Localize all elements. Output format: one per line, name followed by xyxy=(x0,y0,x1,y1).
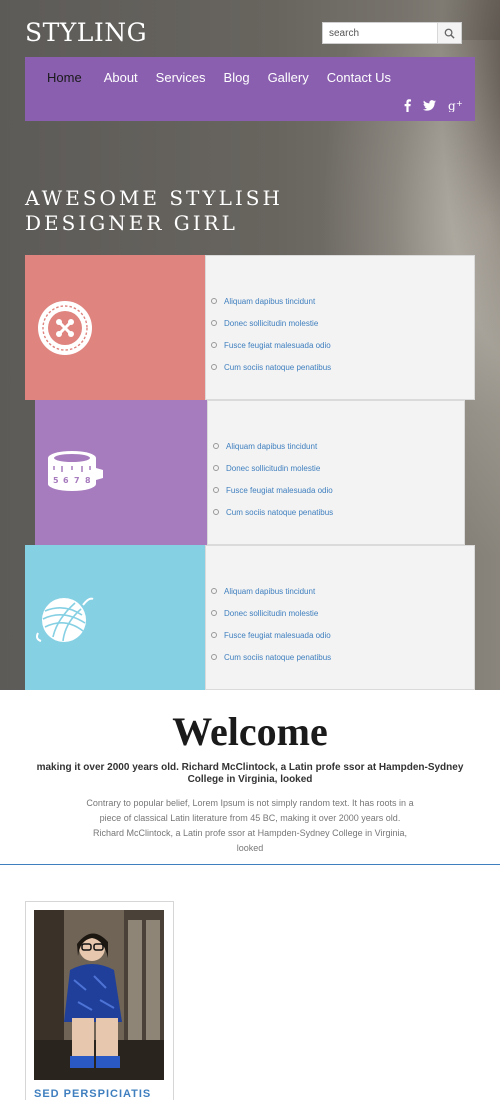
list-item-label: Cum sociis natoque penatibus xyxy=(226,507,334,517)
feature-panel-list: Aliquam dapibus tincidunt Donec sollicit… xyxy=(205,545,475,690)
svg-text:8: 8 xyxy=(85,476,91,485)
list-item[interactable]: Fusce feugiat malesuada odio xyxy=(213,479,464,501)
nav-item-about[interactable]: About xyxy=(95,70,147,85)
list-item[interactable]: Cum sociis natoque penatibus xyxy=(211,646,474,668)
welcome-title: Welcome xyxy=(172,709,328,754)
hero-title-line-2: Designer Girl xyxy=(25,211,238,235)
list-item[interactable]: Fusce feugiat malesuada odio xyxy=(211,334,474,356)
list-item[interactable]: Aliquam dapibus tincidunt xyxy=(211,290,474,312)
nav-item-blog[interactable]: Blog xyxy=(215,70,259,85)
bullet-icon xyxy=(211,298,217,304)
list-item-label: Fusce feugiat malesuada odio xyxy=(224,630,331,640)
list-item[interactable]: Fusce feugiat malesuada odio xyxy=(211,624,474,646)
list-item-label: Donec sollicitudin molestie xyxy=(224,318,319,328)
feature-panel-icon-area: 5 6 7 8 xyxy=(35,400,207,545)
list-item[interactable]: Cum sociis natoque penatibus xyxy=(211,356,474,378)
feature-panel-3: Aliquam dapibus tincidunt Donec sollicit… xyxy=(25,545,475,690)
card-photo[interactable] xyxy=(34,910,164,1080)
nav-links: Home About Services Blog Gallery Contact… xyxy=(25,57,400,97)
list-item-label: Cum sociis natoque penatibus xyxy=(224,362,332,372)
list-item-label: Cum sociis natoque penatibus xyxy=(224,652,332,662)
yarn-ball-icon xyxy=(35,588,95,648)
hero-section: STYLING Home About Services Blog Gallery… xyxy=(0,0,500,690)
svg-text:6: 6 xyxy=(63,476,69,485)
hero-title: Awesome Stylish Designer Girl xyxy=(25,186,315,236)
svg-text:7: 7 xyxy=(74,476,80,485)
list-item[interactable]: Donec sollicitudin molestie xyxy=(211,312,474,334)
bullet-icon xyxy=(211,632,217,638)
woman-photo-image xyxy=(34,910,164,1080)
welcome-body: Contrary to popular belief, Lorem Ipsum … xyxy=(86,798,414,853)
list-item[interactable]: Donec sollicitudin molestie xyxy=(213,457,464,479)
nav-item-services[interactable]: Services xyxy=(147,70,215,85)
gallery-card[interactable]: Sed Perspiciatis xyxy=(25,901,174,1100)
list-item-label: Aliquam dapibus tincidunt xyxy=(224,586,316,596)
list-item-label: Fusce feugiat malesuada odio xyxy=(224,340,331,350)
search-button[interactable] xyxy=(437,23,461,43)
feature-panel-1: Aliquam dapibus tincidunt Donec sollicit… xyxy=(25,255,475,400)
hero-title-line-1: Awesome Stylish xyxy=(25,186,283,210)
list-item-label: Donec sollicitudin molestie xyxy=(226,463,321,473)
feature-panel-icon-area xyxy=(25,255,205,400)
bullet-icon xyxy=(211,364,217,370)
card-title[interactable]: Sed Perspiciatis xyxy=(34,1088,165,1100)
twitter-icon[interactable] xyxy=(423,98,436,112)
nav-item-contact-us[interactable]: Contact Us xyxy=(318,70,400,85)
list-item[interactable]: Cum sociis natoque penatibus xyxy=(213,501,464,523)
nav-item-home[interactable]: Home xyxy=(38,70,95,85)
bullet-icon xyxy=(213,509,219,515)
bullet-icon xyxy=(213,465,219,471)
search-input[interactable] xyxy=(323,23,437,43)
site-logo[interactable]: STYLING xyxy=(25,18,147,47)
list-item[interactable]: Donec sollicitudin molestie xyxy=(211,602,474,624)
list-item-label: Donec sollicitudin molestie xyxy=(224,608,319,618)
bullet-icon xyxy=(211,610,217,616)
list-item[interactable]: Aliquam dapibus tincidunt xyxy=(213,435,464,457)
welcome-lead: making it over 2000 years old. Richard M… xyxy=(36,762,464,785)
svg-text:5: 5 xyxy=(53,476,59,485)
feature-panel-list: Aliquam dapibus tincidunt Donec sollicit… xyxy=(207,400,465,545)
search-icon xyxy=(444,28,455,39)
social-links: g + xyxy=(404,98,463,112)
list-item-label: Aliquam dapibus tincidunt xyxy=(224,296,316,306)
bullet-icon xyxy=(211,320,217,326)
section-divider xyxy=(0,864,500,865)
search-box xyxy=(322,22,462,44)
bullet-icon xyxy=(213,443,219,449)
facebook-icon[interactable] xyxy=(404,98,411,112)
bullet-icon xyxy=(211,342,217,348)
bullet-icon xyxy=(211,654,217,660)
list-item[interactable]: Aliquam dapibus tincidunt xyxy=(211,580,474,602)
feature-panel-icon-area xyxy=(25,545,205,690)
nav-item-gallery[interactable]: Gallery xyxy=(259,70,318,85)
bullet-icon xyxy=(211,588,217,594)
measuring-tape-icon: 5 6 7 8 xyxy=(45,443,105,503)
main-navigation: Home About Services Blog Gallery Contact… xyxy=(25,57,475,121)
list-item-label: Fusce feugiat malesuada odio xyxy=(226,485,333,495)
feature-panel-2: 5 6 7 8 Aliquam dapibus tincidunt Donec … xyxy=(35,400,465,545)
bullet-icon xyxy=(213,487,219,493)
buttons-icon xyxy=(35,298,95,358)
svg-text:g: g xyxy=(448,99,456,112)
list-item-label: Aliquam dapibus tincidunt xyxy=(226,441,318,451)
feature-panel-list: Aliquam dapibus tincidunt Donec sollicit… xyxy=(205,255,475,400)
google-plus-icon[interactable]: g + xyxy=(448,98,463,112)
svg-text:+: + xyxy=(456,99,463,108)
